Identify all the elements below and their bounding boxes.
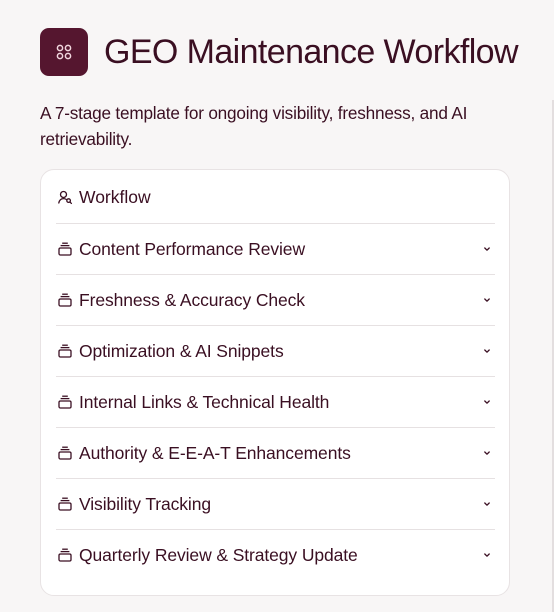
stack-icon (58, 497, 72, 511)
chevron-down-icon[interactable] (482, 550, 492, 560)
stage-item-freshness-accuracy-check[interactable]: Freshness & Accuracy Check (56, 274, 495, 325)
stage-item-authority-eeat-enhancements[interactable]: Authority & E-E-A-T Enhancements (56, 427, 495, 478)
stage-item-content-performance-review[interactable]: Content Performance Review (56, 223, 495, 274)
stage-label: Content Performance Review (79, 239, 305, 259)
page-title: GEO Maintenance Workflow (104, 33, 519, 71)
stack-icon (58, 548, 72, 562)
stack-icon (58, 446, 72, 460)
stage-label: Visibility Tracking (79, 494, 211, 514)
workflow-header: Workflow (57, 183, 151, 211)
grid-cluster-icon (40, 28, 88, 76)
chevron-down-icon[interactable] (482, 397, 492, 407)
stage-label: Quarterly Review & Strategy Update (79, 545, 358, 565)
stage-list: Content Performance Review Freshness & A… (56, 223, 495, 580)
chevron-down-icon[interactable] (482, 346, 492, 356)
stage-item-internal-links-technical-health[interactable]: Internal Links & Technical Health (56, 376, 495, 427)
stage-label: Authority & E-E-A-T Enhancements (79, 443, 351, 463)
stage-label: Freshness & Accuracy Check (79, 290, 305, 310)
stage-label: Optimization & AI Snippets (79, 341, 284, 361)
stack-icon (58, 293, 72, 307)
user-search-icon (58, 190, 73, 205)
stack-icon (58, 242, 72, 256)
stage-item-optimization-ai-snippets[interactable]: Optimization & AI Snippets (56, 325, 495, 376)
stack-icon (58, 344, 72, 358)
workflow-label: Workflow (79, 187, 151, 207)
workflow-panel: Workflow Content Performance Review Fres… (40, 169, 510, 596)
stage-item-visibility-tracking[interactable]: Visibility Tracking (56, 478, 495, 529)
page-header: GEO Maintenance Workflow (40, 28, 519, 76)
chevron-down-icon[interactable] (482, 244, 492, 254)
stage-item-quarterly-review-strategy-update[interactable]: Quarterly Review & Strategy Update (56, 529, 495, 580)
chevron-down-icon[interactable] (482, 295, 492, 305)
stack-icon (58, 395, 72, 409)
chevron-down-icon[interactable] (482, 499, 492, 509)
stage-label: Internal Links & Technical Health (79, 392, 330, 412)
chevron-down-icon[interactable] (482, 448, 492, 458)
page-description: A 7-stage template for ongoing visibilit… (40, 103, 468, 149)
